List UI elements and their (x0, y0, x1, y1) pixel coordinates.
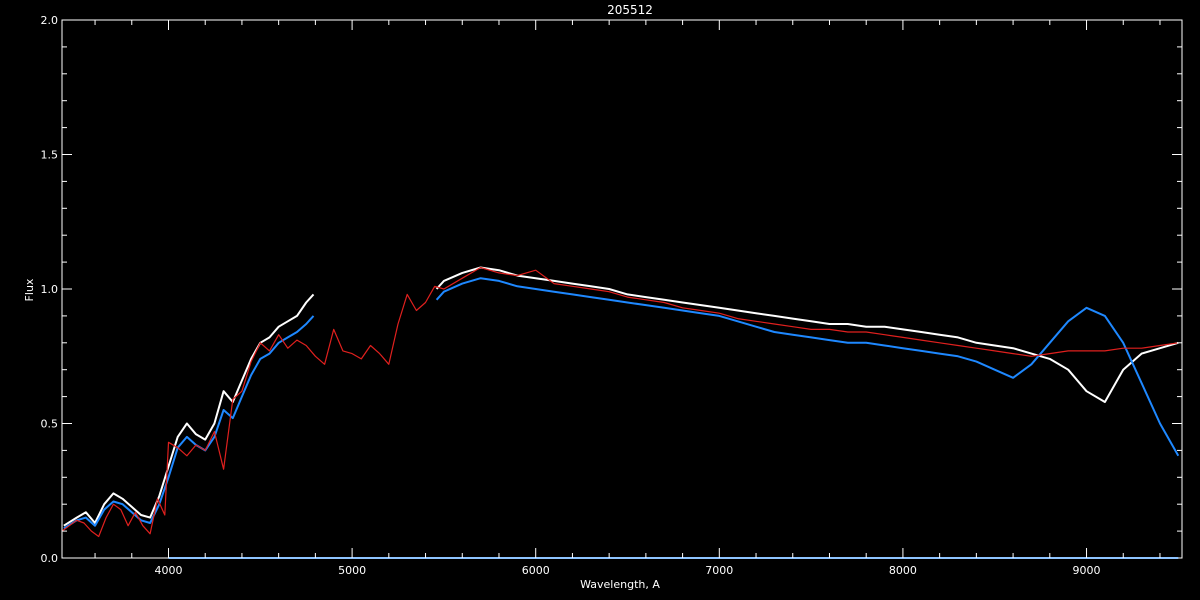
x-tick-label: 8000 (889, 564, 917, 577)
spectrum-chart: 205512 Wavelength, A Flux 4000 5000 6000 70… (0, 0, 1200, 600)
y-tick-label: 1.0 (41, 283, 59, 296)
x-axis-label: Wavelength, A (580, 578, 660, 591)
x-tick-label: 6000 (522, 564, 550, 577)
y-tick-label: 2.0 (41, 14, 59, 27)
y-axis-label: Flux (23, 278, 36, 301)
y-tick-label: 1.5 (41, 149, 59, 162)
y-tick-label: 0.5 (41, 418, 59, 431)
chart-area: 205512 Wavelength, A Flux 4000 5000 6000 70… (0, 0, 1200, 600)
x-tick-label: 5000 (338, 564, 366, 577)
x-tick-label: 9000 (1073, 564, 1101, 577)
chart-title: 205512 (607, 3, 653, 17)
chart-background (0, 0, 1200, 600)
y-tick-label: 0.0 (41, 552, 59, 565)
x-tick-label: 7000 (705, 564, 733, 577)
x-tick-label: 4000 (154, 564, 182, 577)
